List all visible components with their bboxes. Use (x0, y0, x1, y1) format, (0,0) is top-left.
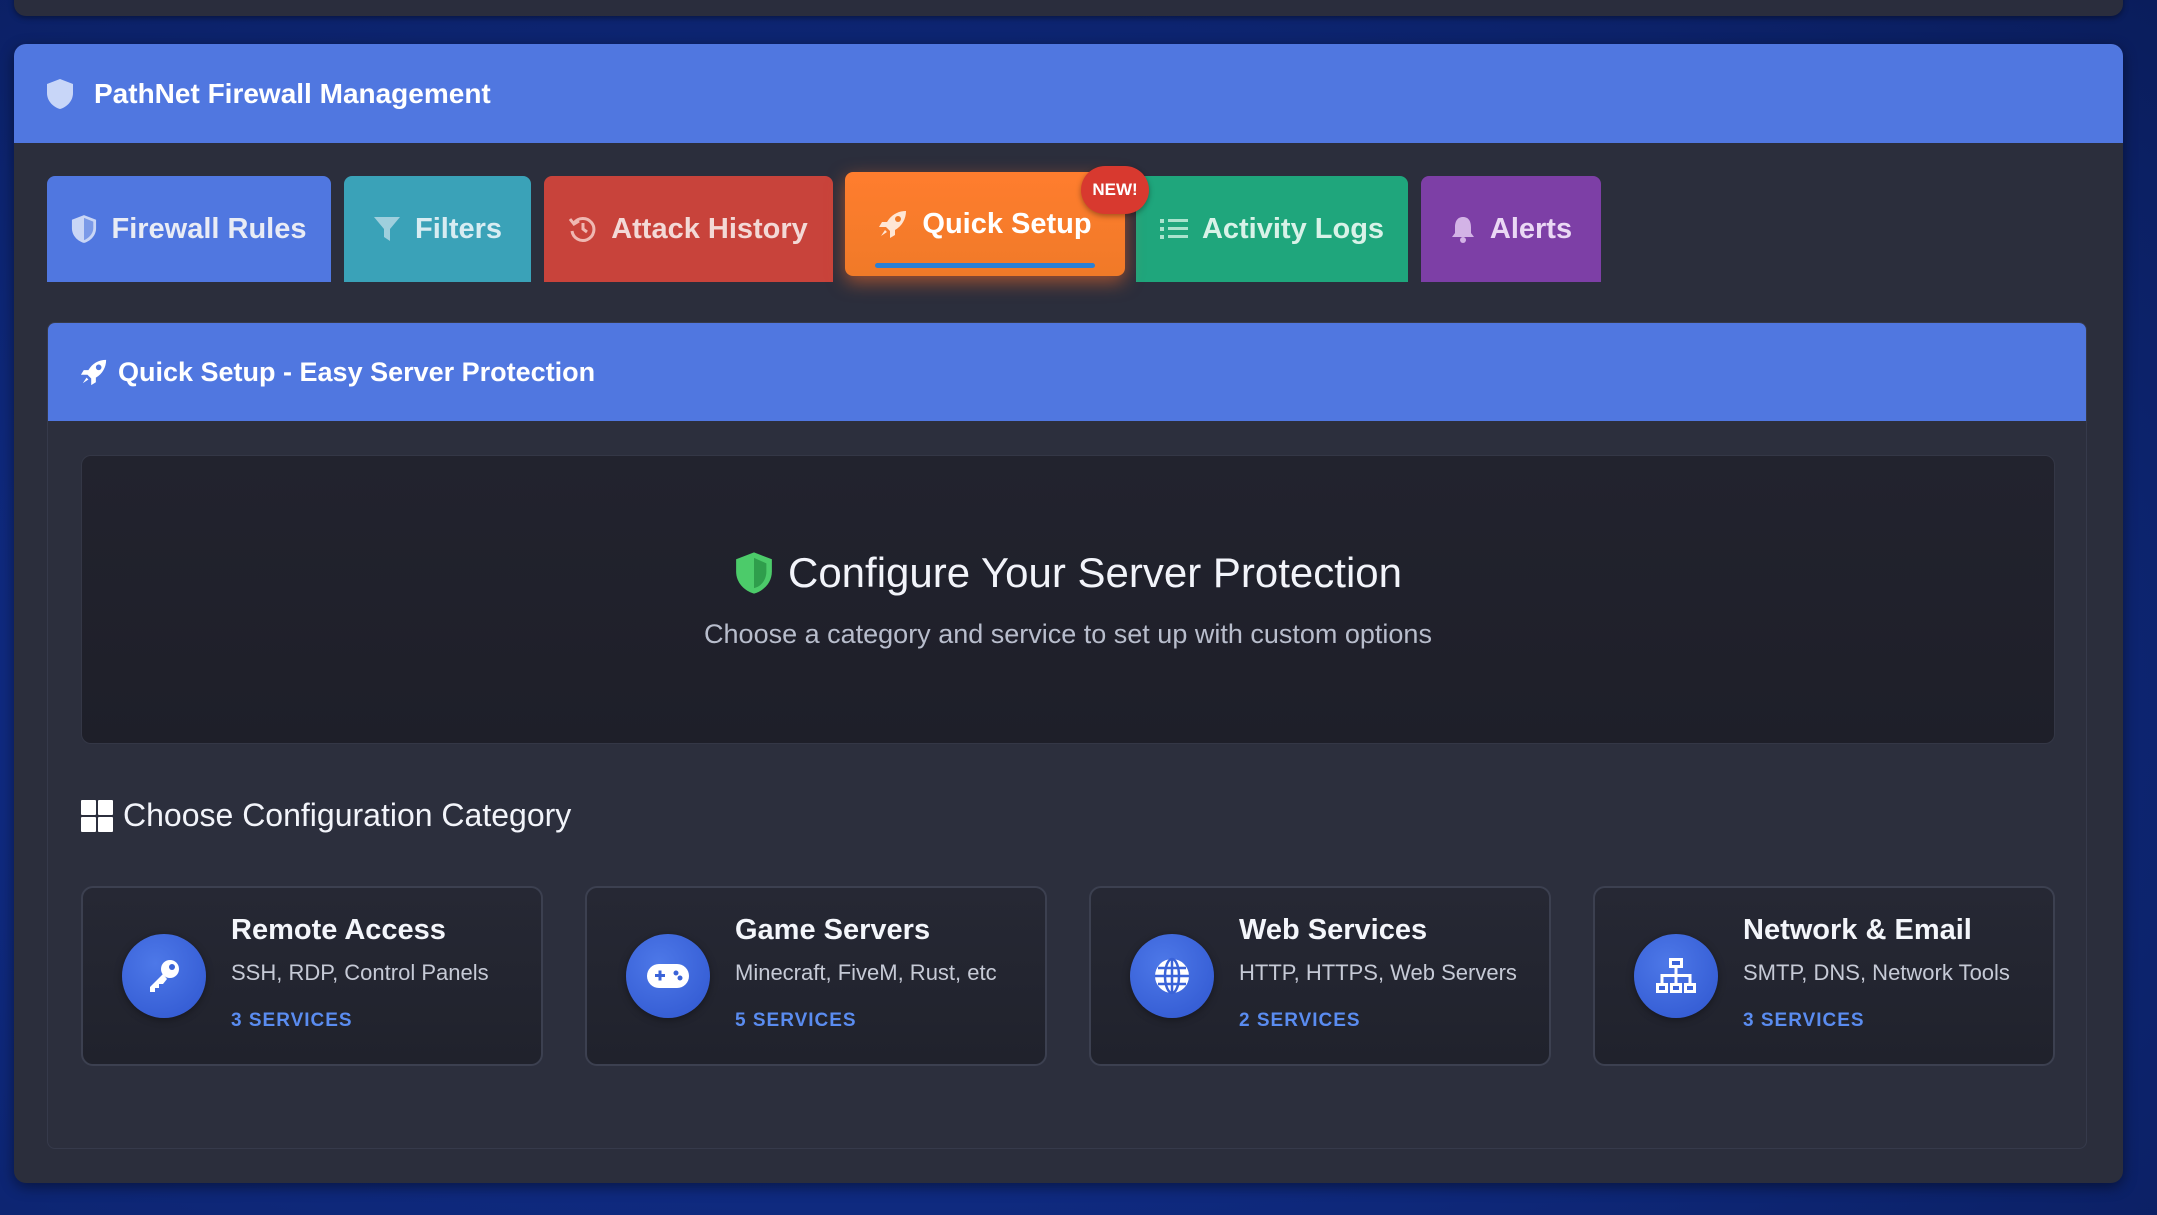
tab-activity-logs[interactable]: Activity Logs (1136, 176, 1408, 282)
shield-icon (71, 214, 97, 244)
globe-icon (1130, 934, 1214, 1018)
tab-label: Quick Setup (922, 207, 1092, 240)
category-network-email[interactable]: Network & Email SMTP, DNS, Network Tools… (1593, 886, 2055, 1066)
category-name: Web Services (1239, 914, 1428, 946)
bell-icon (1450, 215, 1476, 243)
rocket-icon (878, 209, 908, 239)
list-icon (1159, 217, 1188, 241)
card-title: Quick Setup - Easy Server Protection (118, 356, 596, 387)
section-title: Choose Configuration Category (123, 797, 572, 833)
hero-title-row: Configure Your Server Protection (734, 549, 1402, 597)
category-desc: Minecraft, FiveM, Rust, etc (735, 960, 997, 985)
category-count: 3 SERVICES (231, 1010, 353, 1031)
tab-label: Filters (414, 212, 503, 245)
category-desc: SMTP, DNS, Network Tools (1743, 960, 2010, 985)
category-web-services[interactable]: Web Services HTTP, HTTPS, Web Servers 2 … (1089, 886, 1551, 1066)
category-desc: SSH, RDP, Control Panels (231, 960, 489, 985)
card-header: Quick Setup - Easy Server Protection (48, 323, 2086, 421)
tab-label: Alerts (1489, 212, 1573, 245)
category-name: Game Servers (735, 914, 931, 946)
shield-check-icon (734, 551, 774, 595)
tab-label: Activity Logs (1201, 212, 1385, 245)
rocket-icon (80, 358, 108, 386)
new-badge: NEW! (1081, 166, 1149, 214)
grid-icon (81, 799, 113, 832)
category-desc: HTTP, HTTPS, Web Servers (1239, 960, 1517, 985)
shield-icon (46, 78, 74, 110)
hero-banner: Configure Your Server Protection Choose … (81, 455, 2055, 744)
hero-subtitle: Choose a category and service to set up … (704, 619, 1432, 649)
tab-alerts[interactable]: Alerts (1421, 176, 1601, 282)
category-count: 2 SERVICES (1239, 1010, 1361, 1031)
app-title: PathNet Firewall Management (94, 77, 491, 109)
filter-icon (373, 215, 401, 243)
tab-attack-history[interactable]: Attack History (544, 176, 833, 282)
category-remote-access[interactable]: Remote Access SSH, RDP, Control Panels 3… (81, 886, 543, 1066)
category-name: Network & Email (1743, 914, 1972, 946)
quick-setup-card: Quick Setup - Easy Server Protection Con… (47, 322, 2087, 1149)
network-icon (1634, 934, 1718, 1018)
top-panel-edge (14, 0, 2123, 16)
key-icon (122, 934, 206, 1018)
tab-filters[interactable]: Filters (344, 176, 531, 282)
tab-label: Attack History (611, 212, 808, 245)
section-title-row: Choose Configuration Category (81, 797, 571, 834)
category-name: Remote Access (231, 914, 446, 946)
gamepad-icon (626, 934, 710, 1018)
category-count: 3 SERVICES (1743, 1010, 1865, 1031)
category-count: 5 SERVICES (735, 1010, 857, 1031)
firewall-panel: PathNet Firewall Management Firewall Rul… (14, 44, 2123, 1183)
tab-label: Firewall Rules (111, 212, 307, 245)
active-tab-indicator (875, 263, 1095, 268)
panel-header: PathNet Firewall Management (14, 44, 2123, 143)
tab-firewall-rules[interactable]: Firewall Rules (47, 176, 331, 282)
history-icon (569, 215, 597, 243)
category-game-servers[interactable]: Game Servers Minecraft, FiveM, Rust, etc… (585, 886, 1047, 1066)
hero-title: Configure Your Server Protection (787, 549, 1403, 596)
